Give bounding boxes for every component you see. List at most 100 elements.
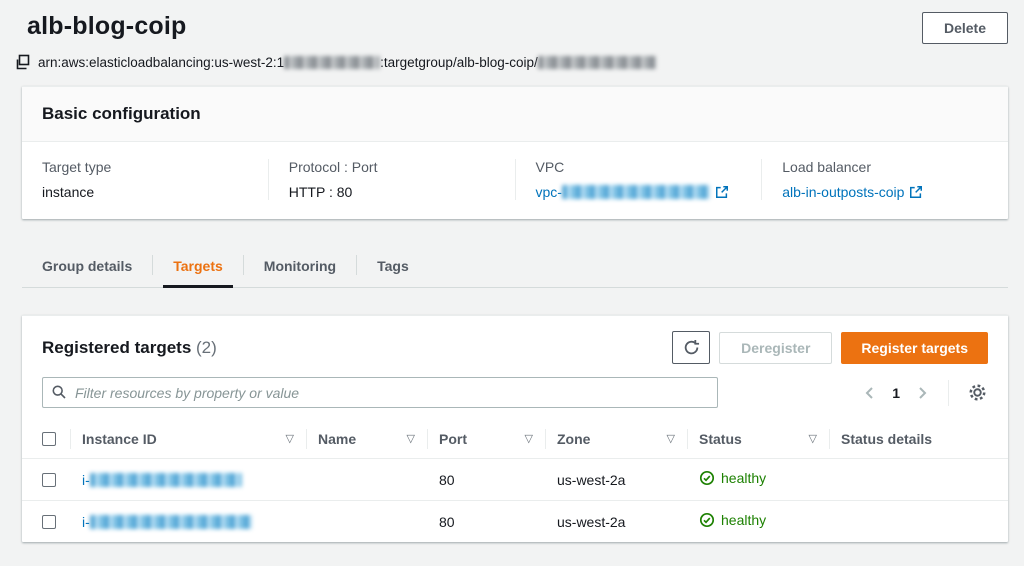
copy-icon[interactable] [15, 54, 31, 70]
registered-targets-header: Registered targets (2) Deregister Regist… [22, 331, 1008, 364]
column-label: Status [699, 431, 742, 447]
tab-monitoring[interactable]: Monitoring [244, 249, 356, 287]
sort-icon[interactable]: ▽ [667, 434, 675, 445]
redacted-instance-id [90, 515, 252, 529]
row-checkbox[interactable] [42, 473, 56, 487]
sort-icon[interactable]: ▽ [407, 434, 415, 445]
column-label: Zone [557, 431, 590, 447]
filter-field [42, 377, 718, 408]
registered-targets-title-text: Registered targets [42, 338, 191, 357]
field-label: Target type [42, 159, 248, 175]
column-label: Name [318, 431, 356, 447]
field-protocol-port: Protocol : Port HTTP : 80 [268, 159, 515, 200]
column-port: Port ▽ [427, 420, 545, 459]
load-balancer-link-text: alb-in-outposts-coip [782, 184, 904, 200]
tab-bar: Group details Targets Monitoring Tags [22, 249, 1008, 288]
select-all-checkbox[interactable] [42, 432, 56, 446]
target-group-page: alb-blog-coip Delete arn:aws:elasticload… [0, 0, 1024, 566]
cell-port: 80 [427, 501, 545, 543]
arn-prefix: arn:aws:elasticloadbalancing:us-west-2:1 [38, 55, 284, 70]
external-link-icon [909, 185, 923, 199]
delete-button[interactable]: Delete [922, 12, 1008, 44]
field-label: Protocol : Port [289, 159, 495, 175]
vpc-link[interactable]: vpc- [536, 184, 729, 200]
pagination-divider [948, 380, 949, 406]
cell-status-details [829, 459, 1008, 501]
arn-text: arn:aws:elasticloadbalancing:us-west-2:1… [38, 55, 656, 70]
chevron-right-icon[interactable] [914, 385, 930, 401]
redacted-instance-id [90, 473, 242, 487]
load-balancer-link[interactable]: alb-in-outposts-coip [782, 184, 923, 200]
targets-table: Instance ID ▽ Name ▽ Port ▽ Zone ▽ Status ▽ S… [22, 420, 1008, 542]
cell-name [306, 501, 427, 543]
instance-id-link[interactable]: i- [82, 514, 252, 530]
refresh-icon [683, 339, 700, 356]
external-link-icon [715, 185, 729, 199]
sort-icon[interactable]: ▽ [809, 434, 817, 445]
page-header: alb-blog-coip Delete [22, 12, 1008, 44]
sort-icon[interactable]: ▽ [286, 434, 294, 445]
tab-group-details[interactable]: Group details [22, 249, 152, 287]
instance-id-prefix: i- [82, 514, 90, 530]
status-text: healthy [721, 512, 766, 528]
cell-zone: us-west-2a [545, 501, 687, 543]
chevron-left-icon[interactable] [862, 385, 878, 401]
redacted-vpc-id [562, 185, 710, 199]
field-vpc: VPC vpc- [515, 159, 762, 200]
cell-zone: us-west-2a [545, 459, 687, 501]
register-targets-button[interactable]: Register targets [841, 332, 988, 364]
cell-port: 80 [427, 459, 545, 501]
basic-configuration-body: Target type instance Protocol : Port HTT… [22, 142, 1008, 219]
vpc-link-prefix: vpc- [536, 184, 562, 200]
pagination: 1 [862, 380, 988, 406]
deregister-button[interactable]: Deregister [719, 332, 832, 364]
field-value: HTTP : 80 [289, 184, 495, 200]
column-label: Instance ID [82, 431, 157, 447]
refresh-button[interactable] [672, 331, 710, 364]
sort-icon[interactable]: ▽ [525, 434, 533, 445]
status-badge: healthy [699, 470, 766, 486]
status-badge: healthy [699, 512, 766, 528]
filter-input[interactable] [42, 377, 718, 408]
tab-tags[interactable]: Tags [357, 249, 429, 287]
settings-gear-icon[interactable] [967, 382, 988, 403]
arn-middle: :targetgroup/alb-blog-coip/ [380, 55, 538, 70]
column-instance-id: Instance ID ▽ [70, 420, 306, 459]
registered-targets-count: (2) [196, 338, 217, 357]
redacted-account-id [284, 56, 380, 69]
column-status-details: Status details [829, 420, 1008, 459]
table-header-row: Instance ID ▽ Name ▽ Port ▽ Zone ▽ Status ▽ S… [22, 420, 1008, 459]
tab-targets[interactable]: Targets [153, 249, 243, 287]
arn-line: arn:aws:elasticloadbalancing:us-west-2:1… [15, 54, 1008, 70]
basic-configuration-header: Basic configuration [22, 87, 1008, 142]
cell-name [306, 459, 427, 501]
column-status: Status ▽ [687, 420, 829, 459]
page-number[interactable]: 1 [892, 385, 900, 401]
field-label: VPC [536, 159, 742, 175]
basic-configuration-title: Basic configuration [42, 104, 988, 124]
search-icon [51, 384, 67, 403]
cell-status-details [829, 501, 1008, 543]
healthy-check-icon [699, 512, 715, 528]
field-value: instance [42, 184, 248, 200]
basic-configuration-card: Basic configuration Target type instance… [22, 86, 1008, 219]
table-toolbar: 1 [22, 377, 1008, 408]
field-target-type: Target type instance [22, 159, 268, 200]
column-name: Name ▽ [306, 420, 427, 459]
field-label: Load balancer [782, 159, 988, 175]
field-load-balancer: Load balancer alb-in-outposts-coip [761, 159, 1008, 200]
column-label: Port [439, 431, 467, 447]
row-checkbox[interactable] [42, 515, 56, 529]
table-row: i- 80 us-west-2a healthy [22, 501, 1008, 543]
panel-actions: Deregister Register targets [672, 331, 988, 364]
status-text: healthy [721, 470, 766, 486]
page-title: alb-blog-coip [27, 12, 187, 41]
instance-id-prefix: i- [82, 472, 90, 488]
table-row: i- 80 us-west-2a healthy [22, 459, 1008, 501]
column-label: Status details [841, 431, 932, 447]
redacted-targetgroup-id [538, 56, 656, 69]
registered-targets-card: Registered targets (2) Deregister Regist… [22, 315, 1008, 542]
column-zone: Zone ▽ [545, 420, 687, 459]
registered-targets-title: Registered targets (2) [42, 338, 217, 358]
instance-id-link[interactable]: i- [82, 472, 242, 488]
